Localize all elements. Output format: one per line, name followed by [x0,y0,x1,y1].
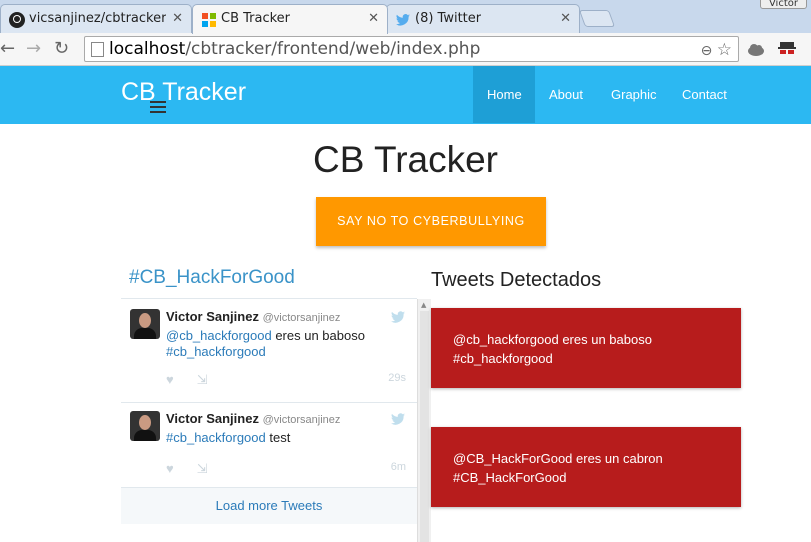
back-arrow-icon[interactable]: ← [0,38,15,59]
tab-title: vicsanjinez/cbtracker [29,11,167,26]
scrollbar-thumb[interactable] [420,311,429,542]
windows-logo-icon [202,13,216,27]
share-icon[interactable]: ⇲ [197,372,208,387]
author-handle: @victorsanjinez [262,414,341,426]
star-bookmark-icon[interactable]: ☆ [717,40,732,60]
avatar[interactable] [130,309,160,339]
cta-button[interactable]: SAY NO TO CYBERBULLYING [316,197,546,246]
tweet-item[interactable]: Victor Sanjinez @victorsanjinez #cb_hack… [121,403,417,487]
tweet-author[interactable]: Victor Sanjinez @victorsanjinez [166,411,340,426]
reload-icon[interactable]: ↻ [54,38,69,59]
tab-title: (8) Twitter [415,11,482,26]
nav-graphic[interactable]: Graphic [597,66,671,123]
hashtag-link[interactable]: #cb_hackforgood [166,430,266,445]
author-name: Victor Sanjinez [166,309,259,324]
url-text: localhost/cbtracker/frontend/web/index.p… [109,39,480,59]
heart-icon[interactable]: ♥ [166,372,174,387]
site-navbar: CB Tracker Home About Graphic Contact [0,66,811,124]
nav-home[interactable]: Home [473,66,535,123]
tweet-text-end: test [265,430,291,445]
load-more-button[interactable]: Load more Tweets [121,487,417,524]
forward-arrow-icon[interactable]: → [26,38,41,59]
tweet-text-mid: eres un baboso [271,328,365,343]
nav-about[interactable]: About [535,66,597,123]
detected-tweet-card: @cb_hackforgood eres un baboso #cb_hackf… [431,308,741,388]
profile-name[interactable]: Victor [759,0,807,9]
widget-title[interactable]: #CB_HackForGood [129,267,295,289]
twitter-icon [396,14,410,26]
page-title: CB Tracker [312,139,499,180]
tweet-time[interactable]: 29s [388,372,406,384]
detected-tweet-card: @CB_HackForGood eres un cabron #CB_HackF… [431,427,741,507]
author-name: Victor Sanjinez [166,411,259,426]
browser-toolbar: ← → ↻ localhost/cbtracker/frontend/web/i… [0,33,811,66]
extension-incognito-icon[interactable] [777,39,797,59]
omnibox-icons: ⊖ ☆ [701,40,732,60]
tweet-actions: ♥ ⇲ 29s [166,372,406,388]
twitter-timeline-widget: #CB_HackForGood Victor Sanjinez @victors… [121,257,431,542]
extension-cloud-icon[interactable] [746,39,766,59]
url-host: localhost [109,39,186,59]
heart-icon[interactable]: ♥ [166,461,174,476]
tab-title: CB Tracker [221,11,291,26]
close-icon[interactable]: ✕ [172,11,183,26]
brand-logo[interactable]: CB Tracker [121,78,246,107]
zoom-icon[interactable]: ⊖ [701,43,713,59]
close-icon[interactable]: ✕ [368,11,379,26]
new-tab-button[interactable] [578,10,616,27]
author-handle: @victorsanjinez [262,312,341,324]
card-text-line: #CB_HackForGood [453,470,567,485]
url-path: /cbtracker/frontend/web/index.php [185,39,481,59]
page-icon [91,42,104,57]
card-text-line: @CB_HackForGood eres un cabron [453,451,663,466]
card-text-line: @cb_hackforgood eres un baboso [453,332,652,347]
card-text-line: #cb_hackforgood [453,351,553,366]
address-bar[interactable]: localhost/cbtracker/frontend/web/index.p… [84,36,739,62]
widget-scrollbar[interactable]: ▲ [417,299,431,542]
tweet-time[interactable]: 6m [391,461,406,473]
tweet-actions: ♥ ⇲ 6m [166,461,406,477]
tweet-text: #cb_hackforgood test [166,430,406,446]
tweet-item[interactable]: Victor Sanjinez @victorsanjinez @cb_hack… [121,299,417,402]
scroll-up-arrow-icon[interactable]: ▲ [421,301,426,309]
github-icon [9,12,25,28]
twitter-bird-icon[interactable] [391,311,405,323]
tab-github[interactable]: vicsanjinez/cbtracker ✕ [0,4,192,34]
browser-tab-strip: vicsanjinez/cbtracker ✕ CB Tracker ✕ (8)… [0,0,811,34]
mention-link[interactable]: @cb_hackforgood [166,328,272,343]
avatar[interactable] [130,411,160,441]
hashtag-link[interactable]: #cb_hackforgood [166,344,266,359]
hamburger-menu-icon[interactable] [150,101,166,116]
tab-cb-tracker[interactable]: CB Tracker ✕ [192,4,388,34]
tweet-author[interactable]: Victor Sanjinez @victorsanjinez [166,309,340,324]
close-icon[interactable]: ✕ [560,11,571,26]
tab-twitter[interactable]: (8) Twitter ✕ [386,4,580,34]
nav-contact[interactable]: Contact [668,66,741,123]
share-icon[interactable]: ⇲ [197,461,208,476]
tweet-text: @cb_hackforgood eres un baboso #cb_hackf… [166,328,406,360]
twitter-bird-icon[interactable] [391,413,405,425]
detected-tweets-heading: Tweets Detectados [431,269,602,291]
